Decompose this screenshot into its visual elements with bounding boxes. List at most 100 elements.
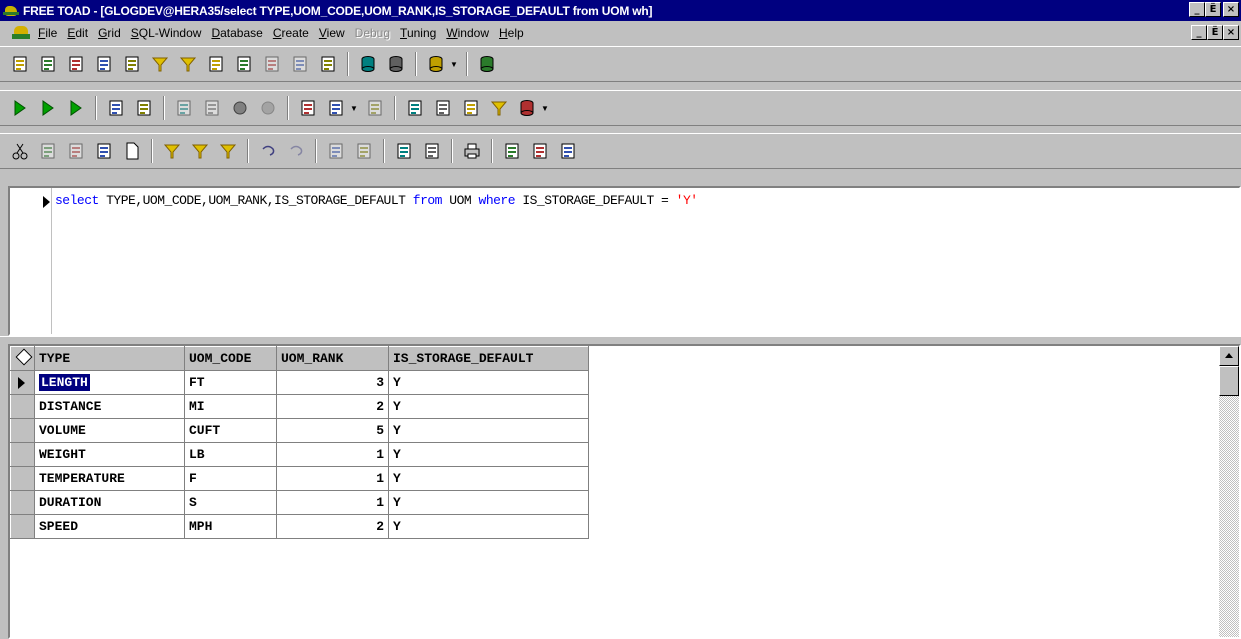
new-icon[interactable]: [121, 140, 143, 162]
child-close-button[interactable]: ×: [1223, 25, 1239, 40]
open-file-icon[interactable]: [297, 97, 319, 119]
toad-app-icon[interactable]: [3, 3, 19, 19]
menu-window[interactable]: Window: [441, 26, 494, 40]
indent-icon[interactable]: [173, 97, 195, 119]
row-indicator[interactable]: [10, 466, 35, 491]
cell-is-storage-default[interactable]: Y: [388, 466, 589, 491]
copy-icon[interactable]: [37, 140, 59, 162]
cell-is-storage-default[interactable]: Y: [388, 490, 589, 515]
cell-type[interactable]: TEMPERATURE: [34, 466, 185, 491]
menu-grid[interactable]: Grid: [93, 26, 126, 40]
minimize-button[interactable]: _: [1189, 2, 1205, 17]
column-header-type[interactable]: TYPE: [34, 346, 185, 371]
menu-tuning[interactable]: Tuning: [395, 26, 441, 40]
server-icon[interactable]: [425, 53, 447, 75]
report-icon[interactable]: [121, 53, 143, 75]
menu-debug[interactable]: Debug: [350, 26, 395, 40]
save-icon[interactable]: [364, 97, 386, 119]
cell-uom-rank[interactable]: 2: [276, 514, 389, 539]
funnel-advanced-icon[interactable]: [177, 53, 199, 75]
column-header-is-storage-default[interactable]: IS_STORAGE_DEFAULT: [388, 346, 589, 371]
wand-icon[interactable]: [317, 53, 339, 75]
table-row[interactable]: VOLUME CUFT 5 Y: [10, 418, 589, 443]
filter-icon[interactable]: [488, 97, 510, 119]
load-icon[interactable]: [325, 97, 347, 119]
child-restore-button[interactable]: Ё: [1207, 25, 1223, 40]
row-indicator[interactable]: [10, 490, 35, 515]
indent-block-icon[interactable]: [393, 140, 415, 162]
db-export-icon[interactable]: [385, 53, 407, 75]
vb-stub-icon[interactable]: [432, 97, 454, 119]
scroll-thumb[interactable]: [1219, 366, 1239, 396]
table-row[interactable]: SPEED MPH 2 Y: [10, 514, 589, 539]
undo-icon[interactable]: [257, 140, 279, 162]
vb-icon[interactable]: [404, 97, 426, 119]
restore-button[interactable]: Ё: [1205, 2, 1221, 17]
help-icon[interactable]: [557, 140, 579, 162]
find-icon[interactable]: [501, 140, 523, 162]
db-import-icon[interactable]: [357, 53, 379, 75]
row-indicator[interactable]: [10, 418, 35, 443]
outdent-icon[interactable]: [201, 97, 223, 119]
menu-sql-window[interactable]: SQL-Window: [126, 26, 207, 40]
cell-uom-rank[interactable]: 5: [276, 418, 389, 443]
vertical-scrollbar[interactable]: [1219, 346, 1239, 637]
menu-edit[interactable]: Edit: [62, 26, 93, 40]
column-header-uom-rank[interactable]: UOM_RANK: [276, 346, 389, 371]
grid-corner[interactable]: [10, 346, 35, 371]
schema-browser-icon[interactable]: [37, 53, 59, 75]
cell-type[interactable]: SPEED: [34, 514, 185, 539]
data-export-icon[interactable]: [205, 53, 227, 75]
redo-icon[interactable]: [285, 140, 307, 162]
document-icon[interactable]: [261, 53, 283, 75]
cell-uom-rank[interactable]: 3: [276, 370, 389, 395]
pane-splitter[interactable]: [0, 336, 1241, 344]
stop-icon[interactable]: [257, 97, 279, 119]
row-indicator[interactable]: [10, 514, 35, 539]
scroll-up-arrow-icon[interactable]: [1219, 346, 1239, 366]
menu-help[interactable]: Help: [494, 26, 529, 40]
child-window-icon[interactable]: [12, 24, 30, 42]
menu-database[interactable]: Database: [206, 26, 267, 40]
cell-is-storage-default[interactable]: Y: [388, 370, 589, 395]
cell-uom-code[interactable]: FT: [184, 370, 277, 395]
close-button[interactable]: ×: [1223, 2, 1239, 17]
step-icon[interactable]: [105, 97, 127, 119]
dropdown-arrow-icon[interactable]: ▼: [450, 53, 458, 75]
cell-uom-code[interactable]: F: [184, 466, 277, 491]
column-header-uom-code[interactable]: UOM_CODE: [184, 346, 277, 371]
cell-type[interactable]: LENGTH: [34, 370, 185, 395]
filter-ab-icon[interactable]: [217, 140, 239, 162]
sql-editor[interactable]: select TYPE,UOM_CODE,UOM_RANK,IS_STORAGE…: [8, 186, 1241, 336]
table-row[interactable]: TEMPERATURE F 1 Y: [10, 466, 589, 491]
cell-type[interactable]: DURATION: [34, 490, 185, 515]
print-icon[interactable]: [461, 140, 483, 162]
cell-uom-code[interactable]: MPH: [184, 514, 277, 539]
cell-uom-rank[interactable]: 1: [276, 442, 389, 467]
cell-uom-rank[interactable]: 1: [276, 490, 389, 515]
cell-type[interactable]: DISTANCE: [34, 394, 185, 419]
execute-current-icon[interactable]: [65, 97, 87, 119]
cut-icon[interactable]: [9, 140, 31, 162]
sql-modeler-icon[interactable]: [93, 53, 115, 75]
filter-clear-icon[interactable]: [189, 140, 211, 162]
menu-view[interactable]: View: [314, 26, 350, 40]
sql-statement[interactable]: select TYPE,UOM_CODE,UOM_RANK,IS_STORAGE…: [55, 193, 698, 208]
cell-uom-code[interactable]: S: [184, 490, 277, 515]
menu-create[interactable]: Create: [268, 26, 314, 40]
cell-uom-code[interactable]: CUFT: [184, 418, 277, 443]
paste-special-icon[interactable]: [93, 140, 115, 162]
procedure-editor-icon[interactable]: [65, 53, 87, 75]
replace-icon[interactable]: [529, 140, 551, 162]
options-icon[interactable]: [289, 53, 311, 75]
db-gold-icon[interactable]: [476, 53, 498, 75]
table-row[interactable]: DISTANCE MI 2 Y: [10, 394, 589, 419]
funnel-icon[interactable]: [149, 53, 171, 75]
filter-funnel-icon[interactable]: [161, 140, 183, 162]
cell-type[interactable]: WEIGHT: [34, 442, 185, 467]
child-minimize-button[interactable]: _: [1191, 25, 1207, 40]
row-indicator[interactable]: [10, 370, 35, 395]
explain-plan-icon[interactable]: [133, 97, 155, 119]
table-row[interactable]: WEIGHT LB 1 Y: [10, 442, 589, 467]
sql-editor-icon[interactable]: [9, 53, 31, 75]
